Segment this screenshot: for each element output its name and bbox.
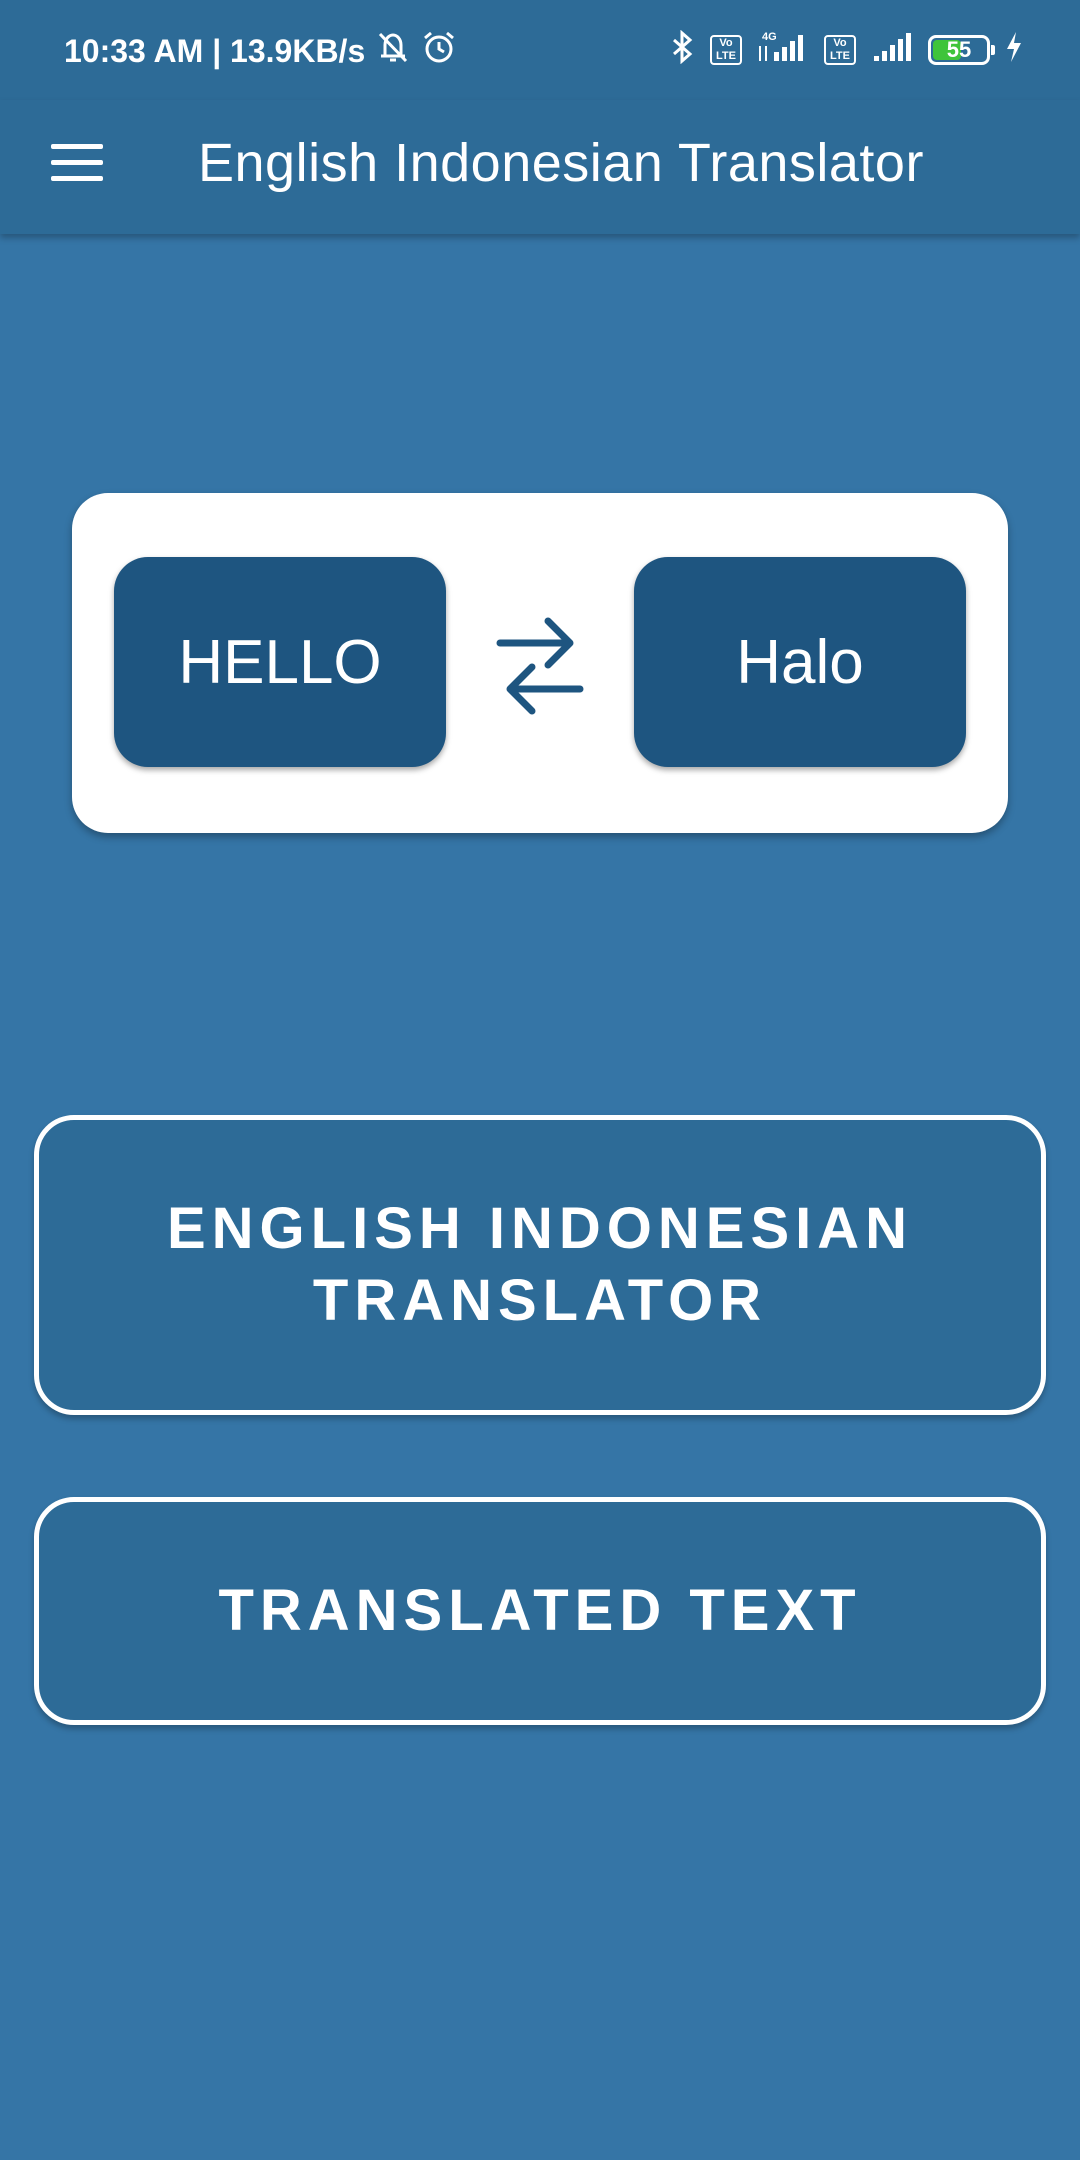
app-title: English Indonesian Translator (198, 133, 924, 193)
target-word-tile: Halo (634, 557, 966, 767)
menu-button[interactable] (44, 130, 110, 196)
target-word: Halo (736, 627, 864, 697)
status-time: 10:33 AM (64, 32, 204, 69)
volte-badge-1: Vo LTE (710, 34, 742, 65)
signal-4g-icon: 4G (756, 30, 810, 69)
app-bar: English Indonesian Translator (0, 100, 1080, 234)
status-bar: 10:33 AM | 13.9KB/s Vo LTE 4G Vo LTE 55 (0, 0, 1080, 100)
charging-bolt-icon (1004, 30, 1024, 69)
swap-arrows-icon (490, 603, 590, 723)
hero-card: HELLO Halo (72, 493, 1008, 833)
alarm-clock-icon (421, 30, 457, 72)
status-right: Vo LTE 4G Vo LTE 55 (668, 29, 1024, 69)
source-word: HELLO (178, 627, 382, 697)
volte-badge-2: Vo LTE (824, 34, 856, 65)
battery-icon: 55 (928, 34, 995, 65)
translated-button-label: TRANSLATED TEXT (218, 1578, 862, 1643)
muted-bell-icon (375, 30, 411, 72)
status-left: 10:33 AM | 13.9KB/s (64, 30, 457, 72)
status-net-speed: 13.9KB/s (230, 32, 366, 69)
source-word-tile: HELLO (114, 557, 446, 767)
hamburger-menu-icon (51, 144, 103, 182)
bluetooth-icon (668, 29, 696, 69)
signal-icon (870, 30, 914, 69)
translated-text-button[interactable]: TRANSLATED TEXT (34, 1497, 1046, 1725)
battery-level: 55 (946, 36, 972, 62)
translator-button-label: ENGLISH INDONESIAN TRANSLATOR (166, 1196, 914, 1333)
svg-text:4G: 4G (762, 31, 777, 43)
english-indonesian-translator-button[interactable]: ENGLISH INDONESIAN TRANSLATOR (34, 1115, 1046, 1415)
